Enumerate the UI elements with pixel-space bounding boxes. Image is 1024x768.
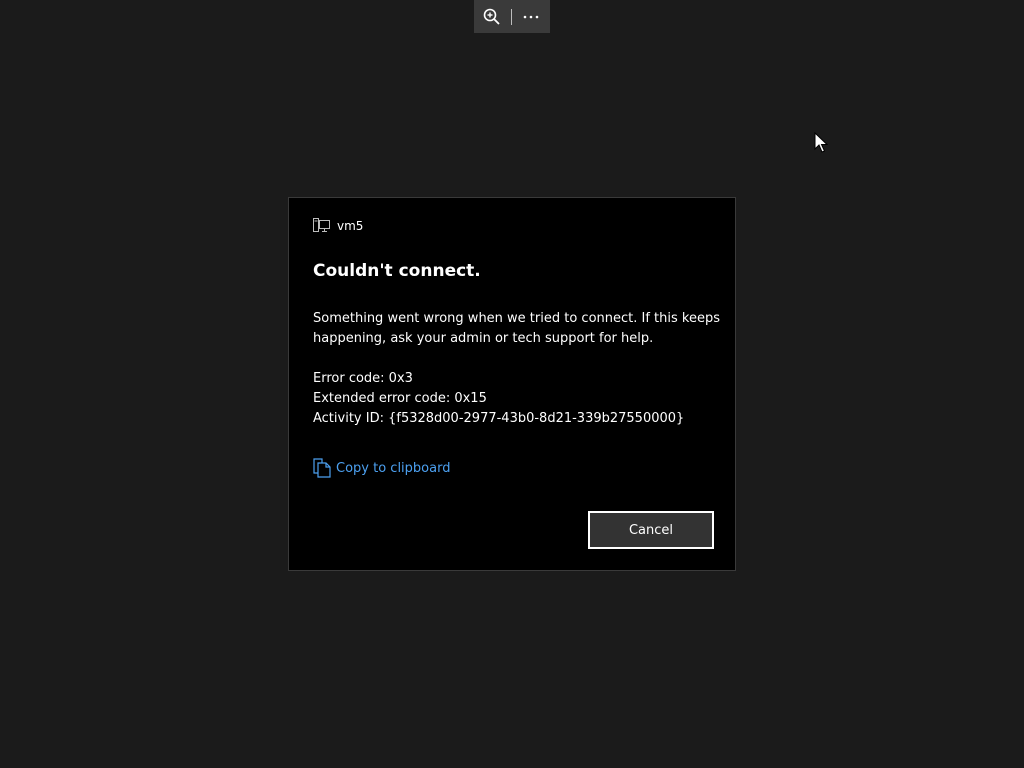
cancel-button[interactable]: Cancel bbox=[587, 510, 715, 550]
machine-name: vm5 bbox=[337, 218, 364, 233]
more-options-icon bbox=[523, 15, 539, 18]
activity-id: Activity ID: {f5328d00-2977-43b0-8d21-33… bbox=[313, 411, 685, 426]
computer-icon bbox=[313, 218, 330, 232]
mouse-pointer-icon bbox=[814, 132, 828, 153]
zoom-in-icon bbox=[483, 8, 500, 25]
remote-toolbar bbox=[474, 0, 550, 33]
copy-to-clipboard-link[interactable]: Copy to clipboard bbox=[313, 458, 450, 478]
extended-error-code: Extended error code: 0x15 bbox=[313, 391, 487, 406]
dialog-header: vm5 bbox=[313, 218, 363, 233]
error-code: Error code: 0x3 bbox=[313, 371, 413, 386]
error-message: Something went wrong when we tried to co… bbox=[313, 311, 720, 346]
toolbar-divider bbox=[511, 8, 512, 25]
more-options-button[interactable] bbox=[521, 7, 541, 27]
copy-to-clipboard-label: Copy to clipboard bbox=[336, 460, 451, 476]
zoom-in-button[interactable] bbox=[482, 7, 502, 27]
error-details: Error code: 0x3 Extended error code: 0x1… bbox=[313, 369, 684, 429]
connection-error-dialog: vm5 Couldn't connect. Something went wro… bbox=[288, 197, 736, 571]
copy-icon bbox=[313, 458, 331, 478]
dialog-title: Couldn't connect. bbox=[313, 261, 481, 281]
